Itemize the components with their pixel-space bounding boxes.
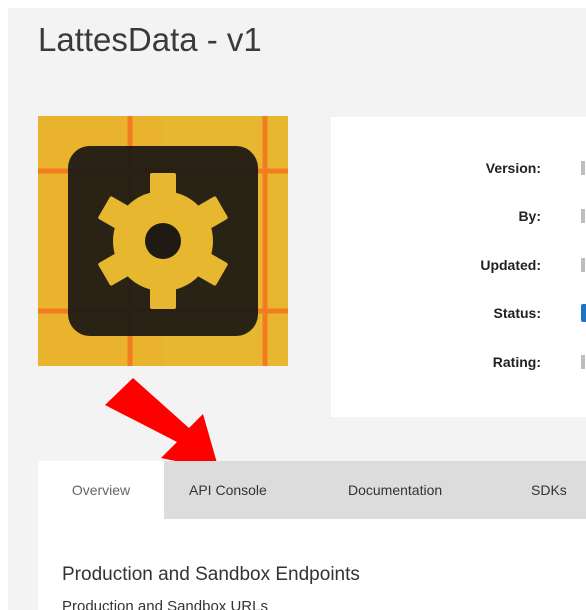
app-title: LattesData - v1 bbox=[38, 21, 262, 58]
tab-overview[interactable]: Overview bbox=[38, 461, 164, 519]
app-logo-gear-icon bbox=[38, 116, 288, 366]
status-label: Status: bbox=[493, 305, 541, 321]
section-subtitle-urls: Production and Sandbox URLs bbox=[62, 598, 268, 610]
tab-bar: Overview API Console Documentation SDKs bbox=[38, 461, 586, 519]
tab-sdks[interactable]: SDKs bbox=[531, 461, 567, 519]
api-info-panel: Version: By: Updated: Status: Rating: bbox=[331, 117, 586, 417]
rating-value bbox=[581, 355, 585, 369]
page: LattesData - v1 Version: By: Updated: St… bbox=[0, 0, 586, 610]
rating-label: Rating: bbox=[492, 354, 541, 370]
by-label: By: bbox=[518, 208, 541, 224]
tab-documentation[interactable]: Documentation bbox=[348, 461, 442, 519]
version-value bbox=[581, 161, 585, 175]
updated-label: Updated: bbox=[480, 257, 541, 273]
by-value bbox=[581, 209, 585, 223]
content-area: LattesData - v1 Version: By: Updated: St… bbox=[8, 8, 586, 610]
section-title-endpoints: Production and Sandbox Endpoints bbox=[62, 564, 360, 585]
version-label: Version: bbox=[485, 160, 541, 176]
status-badge bbox=[581, 304, 586, 322]
overview-panel: Production and Sandbox Endpoints Product… bbox=[38, 519, 586, 610]
updated-value bbox=[581, 258, 585, 272]
tab-api-console[interactable]: API Console bbox=[189, 461, 267, 519]
